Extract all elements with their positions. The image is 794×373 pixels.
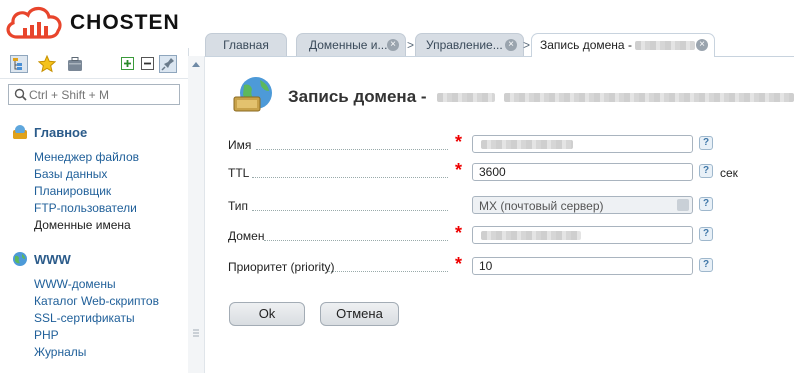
tab-home[interactable]: Главная — [205, 33, 287, 56]
sidebar-group-title: WWW — [34, 252, 71, 267]
dotted-leader — [252, 176, 448, 178]
form-row-name: Имя * ? — [228, 132, 788, 157]
main-content: Запись домена - Имя * ? TTL * ? сек Тип … — [205, 57, 794, 373]
tab-domain-names[interactable]: Доменные и... × — [296, 33, 406, 56]
pin-icon[interactable] — [159, 55, 177, 73]
field-label: TTL — [228, 166, 250, 180]
field-label: Имя — [228, 138, 252, 152]
tab-label: Главная — [223, 38, 269, 52]
priority-field[interactable] — [472, 257, 693, 275]
globe-group-icon — [13, 252, 27, 266]
home-group-icon — [13, 125, 27, 139]
page-title-text: Запись домена - — [288, 87, 427, 106]
close-icon[interactable]: × — [696, 39, 708, 51]
dotted-leader — [264, 239, 448, 241]
redacted-text — [635, 41, 696, 51]
sidebar: Главное Менеджер файлов Базы данных План… — [0, 48, 189, 373]
field-label: Домен — [228, 229, 265, 243]
sidebar-item-www-domains[interactable]: WWW-домены — [34, 277, 116, 291]
sidebar-group-main[interactable]: Главное — [12, 125, 87, 140]
sidebar-item-php[interactable]: PHP — [34, 328, 59, 342]
ok-button[interactable]: Ok — [229, 302, 305, 326]
sidebar-item-ssl[interactable]: SSL-сертификаты — [34, 311, 135, 325]
required-marker: * — [455, 254, 463, 274]
close-icon[interactable]: × — [387, 39, 399, 51]
chevron-right-icon: > — [523, 38, 531, 52]
chevron-right-icon: > — [407, 38, 415, 52]
chevron-down-icon[interactable] — [677, 199, 689, 211]
ttl-input[interactable] — [479, 165, 684, 179]
field-label: Тип — [228, 199, 249, 213]
form-row-domain: Домен * ? — [228, 223, 788, 248]
required-marker: * — [455, 223, 463, 243]
sidebar-toolbar — [0, 48, 188, 79]
collapse-all-icon[interactable] — [141, 57, 154, 70]
redacted-text — [481, 231, 581, 240]
form-row-ttl: TTL * ? сек — [228, 160, 788, 185]
tab-domain-record[interactable]: Запись домена - × — [531, 33, 715, 57]
ttl-field[interactable] — [472, 163, 693, 181]
help-icon[interactable]: ? — [699, 197, 713, 211]
type-select[interactable]: MX (почтовый сервер) — [472, 196, 693, 214]
redacted-text — [481, 140, 573, 149]
menu-search[interactable] — [8, 84, 180, 105]
ttl-unit: сек — [720, 166, 738, 180]
tab-label: Доменные и... — [309, 38, 388, 52]
drag-handle-icon[interactable] — [192, 328, 200, 338]
close-icon[interactable]: × — [505, 39, 517, 51]
tab-management[interactable]: Управление... × — [415, 33, 524, 56]
page-title: Запись домена - — [288, 87, 794, 107]
dotted-leader — [328, 270, 448, 272]
dotted-leader — [252, 209, 448, 211]
briefcase-icon[interactable] — [66, 55, 84, 73]
sidebar-item-file-manager[interactable]: Менеджер файлов — [34, 150, 139, 164]
sidebar-item-web-scripts[interactable]: Каталог Web-скриптов — [34, 294, 159, 308]
sidebar-item-domain-names[interactable]: Доменные имена — [34, 218, 131, 232]
required-marker: * — [455, 160, 463, 180]
expand-all-icon[interactable] — [121, 57, 134, 70]
sidebar-item-scheduler[interactable]: Планировщик — [34, 184, 111, 198]
name-field[interactable] — [472, 135, 693, 153]
field-label: Приоритет (priority) — [228, 260, 335, 274]
type-selected-value: MX (почтовый сервер) — [479, 199, 604, 213]
help-icon[interactable]: ? — [699, 258, 713, 272]
help-icon[interactable]: ? — [699, 164, 713, 178]
brand-name: CHOSTEN — [70, 11, 180, 34]
tab-label: Управление... — [426, 38, 503, 52]
sidebar-item-ftp-users[interactable]: FTP-пользователи — [34, 201, 137, 215]
sidebar-group-www[interactable]: WWW — [12, 252, 71, 267]
redacted-text — [504, 93, 794, 103]
cancel-button[interactable]: Отмена — [320, 302, 399, 326]
search-icon — [14, 88, 27, 101]
priority-input[interactable] — [479, 259, 684, 273]
collapse-arrow-up-icon[interactable] — [191, 60, 201, 68]
star-icon[interactable] — [38, 55, 56, 73]
domain-field[interactable] — [472, 226, 693, 244]
cloud-logo-icon — [6, 6, 62, 39]
sidebar-group-title: Главное — [34, 125, 88, 140]
redacted-text — [437, 93, 496, 103]
tree-view-icon[interactable] — [10, 55, 28, 73]
sidebar-item-databases[interactable]: Базы данных — [34, 167, 107, 181]
form-row-type: Тип MX (почтовый сервер) ? — [228, 196, 788, 218]
search-input[interactable] — [29, 86, 174, 103]
form-row-priority: Приоритет (priority) * ? — [228, 254, 788, 279]
sidebar-splitter[interactable] — [188, 56, 205, 373]
help-icon[interactable]: ? — [699, 136, 713, 150]
required-marker: * — [455, 132, 463, 152]
dotted-leader — [256, 148, 448, 150]
domain-record-icon — [233, 77, 272, 112]
help-icon[interactable]: ? — [699, 227, 713, 241]
sidebar-item-logs[interactable]: Журналы — [34, 345, 86, 359]
tab-label: Запись домена - — [540, 38, 632, 52]
tab-bar: Главная Доменные и... × > Управление... … — [205, 30, 794, 57]
